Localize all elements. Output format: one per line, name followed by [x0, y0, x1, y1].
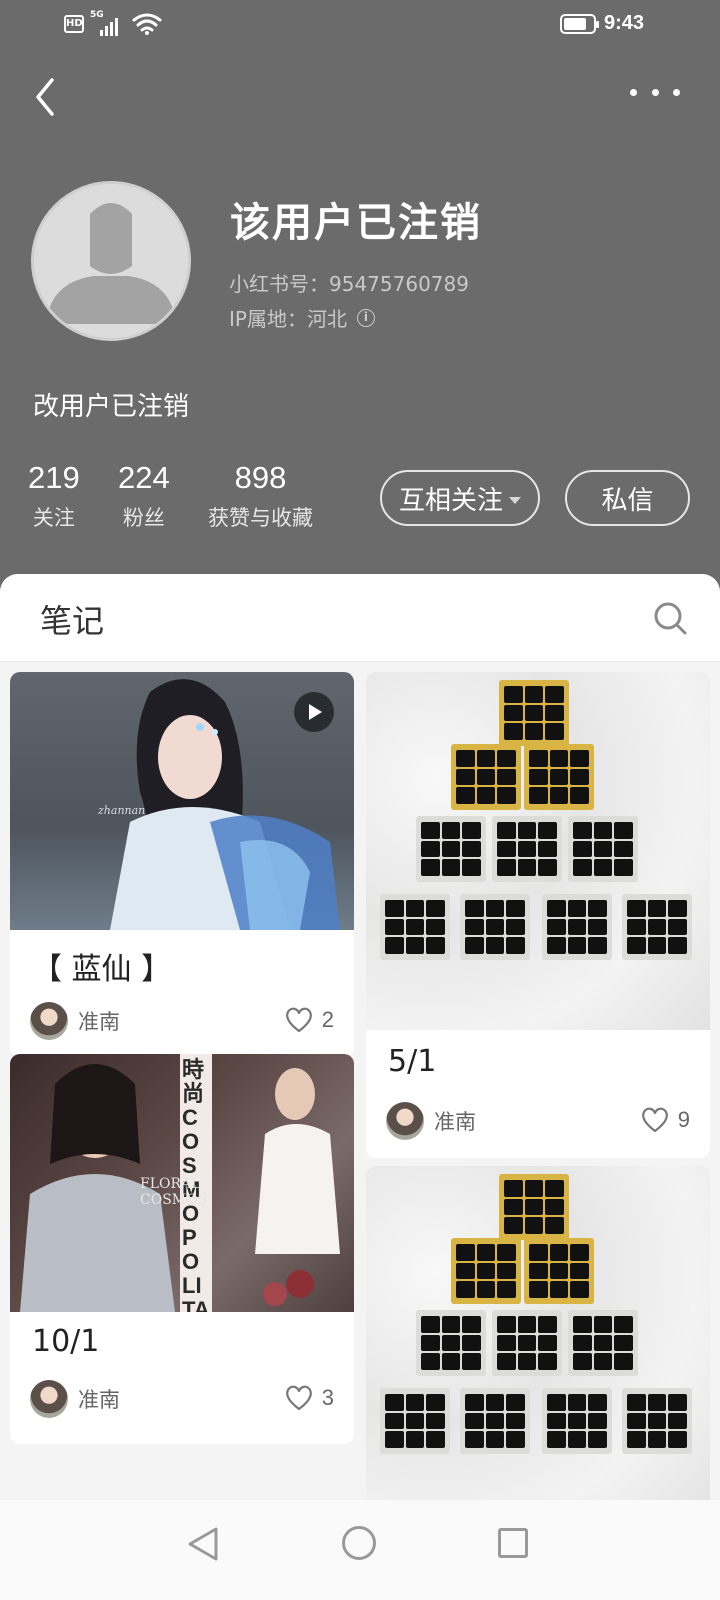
avatar[interactable]	[31, 181, 191, 341]
status-left: HD 5G	[64, 10, 162, 36]
cellular-signal-icon: 5G	[90, 10, 126, 36]
back-button[interactable]	[24, 72, 68, 122]
following-label: 关注	[32, 506, 75, 530]
nav-recents-icon[interactable]	[498, 1528, 528, 1558]
status-right: 9:43	[559, 12, 644, 35]
image-caption: zhannan	[98, 804, 146, 817]
followers-label: 粉丝	[122, 506, 165, 530]
sticker-image	[568, 1310, 638, 1376]
note-card[interactable]: zhannan 【 蓝仙 】 准南 2	[10, 672, 354, 1057]
author-name: 准南	[434, 1110, 476, 1134]
sticker-image	[460, 894, 530, 960]
sticker-image	[499, 1174, 569, 1240]
like-count: 2	[321, 1007, 334, 1032]
sticker-image	[492, 816, 562, 882]
note-title: 10/1	[32, 1324, 100, 1359]
username: 该用户已注销	[230, 200, 482, 246]
likes-label: 获赞与收藏	[208, 506, 313, 530]
nav-back-icon[interactable]	[186, 1526, 220, 1562]
tab-notes[interactable]: 笔记	[40, 596, 104, 642]
sticker-image	[492, 1310, 562, 1376]
sticker-image	[622, 1388, 692, 1454]
sticker-image	[542, 1388, 612, 1454]
ip-location-text: IP属地：河北	[229, 307, 347, 331]
system-nav-bar	[0, 1500, 720, 1600]
sticker-image	[499, 680, 569, 746]
sticker-image	[451, 1238, 521, 1304]
author-avatar	[386, 1102, 424, 1140]
likes-count: 898	[234, 460, 287, 495]
like-button[interactable]: 9	[640, 1106, 690, 1134]
following-count: 219	[28, 460, 80, 495]
stat-followers[interactable]: 224 粉丝	[118, 460, 170, 532]
note-author[interactable]: 准南	[30, 1002, 120, 1040]
note-card[interactable]	[366, 1166, 710, 1526]
like-button[interactable]: 2	[284, 1006, 334, 1034]
message-label: 私信	[601, 485, 654, 516]
sticker-image	[568, 816, 638, 882]
note-title: 5/1	[388, 1044, 437, 1079]
profile-header: HD 5G 9:43 该用户已注销 小红书号：95475760789 IP属地：…	[0, 0, 720, 600]
note-cover-image	[366, 672, 710, 1030]
battery-icon	[559, 13, 599, 34]
like-button[interactable]: 3	[284, 1384, 334, 1412]
redbook-id: 小红书号：95475760789	[229, 272, 469, 296]
heart-icon	[285, 1385, 312, 1411]
ip-location: IP属地：河北 i	[229, 303, 375, 332]
note-card[interactable]: 5/1 准南 9	[366, 672, 710, 1158]
sticker-image	[380, 894, 450, 960]
sticker-image	[524, 744, 594, 810]
note-cover-image: 時尚COSMOPOLITAN FLORAL COSMOS	[10, 1054, 354, 1312]
message-button[interactable]: 私信	[565, 470, 690, 526]
mutual-follow-button[interactable]: 互相关注	[380, 470, 540, 526]
author-avatar	[30, 1380, 68, 1418]
sticker-image	[622, 894, 692, 960]
sticker-image	[542, 894, 612, 960]
like-count: 3	[321, 1385, 334, 1410]
stat-likes-collections[interactable]: 898 获赞与收藏	[208, 460, 313, 532]
hd-icon: HD	[64, 15, 84, 33]
sticker-image	[451, 744, 521, 810]
info-icon[interactable]: i	[356, 308, 375, 327]
note-author[interactable]: 准南	[386, 1102, 476, 1140]
note-author[interactable]: 准南	[30, 1380, 120, 1418]
note-title: 【 蓝仙 】	[32, 952, 172, 987]
nav-home-icon[interactable]	[342, 1526, 376, 1560]
heart-icon	[285, 1007, 312, 1033]
status-bar: HD 5G 9:43	[0, 0, 720, 50]
author-name: 准南	[78, 1388, 120, 1412]
sticker-image	[416, 816, 486, 882]
search-icon[interactable]	[650, 598, 690, 638]
wifi-icon	[132, 13, 162, 35]
sticker-image	[524, 1238, 594, 1304]
like-count: 9	[677, 1107, 690, 1132]
default-avatar-icon	[34, 184, 188, 338]
author-name: 准南	[78, 1010, 120, 1034]
clock: 9:43	[603, 12, 644, 34]
note-card[interactable]: 時尚COSMOPOLITAN FLORAL COSMOS 10/1 准南 3	[10, 1054, 354, 1444]
play-icon	[294, 692, 334, 732]
tab-bar: 笔记	[0, 574, 720, 662]
bio: 改用户已注销	[33, 392, 190, 422]
notes-panel: 笔记 zhannan 【 蓝仙 】 准南 2 時尚COSMOPOLITA FLO…	[0, 574, 720, 1600]
heart-icon	[641, 1107, 668, 1133]
sticker-image	[380, 1388, 450, 1454]
sticker-image	[460, 1388, 530, 1454]
more-options-button[interactable]	[630, 80, 680, 104]
followers-count: 224	[118, 460, 170, 495]
mutual-follow-label: 互相关注	[398, 485, 503, 516]
stat-following[interactable]: 219 关注	[28, 460, 80, 532]
note-cover-image	[366, 1166, 710, 1526]
note-cover-image: zhannan	[10, 672, 354, 930]
sticker-image	[416, 1310, 486, 1376]
cover-text: FLORAL COSMOS	[140, 1176, 208, 1208]
author-avatar	[30, 1002, 68, 1040]
caret-down-icon	[509, 496, 521, 504]
